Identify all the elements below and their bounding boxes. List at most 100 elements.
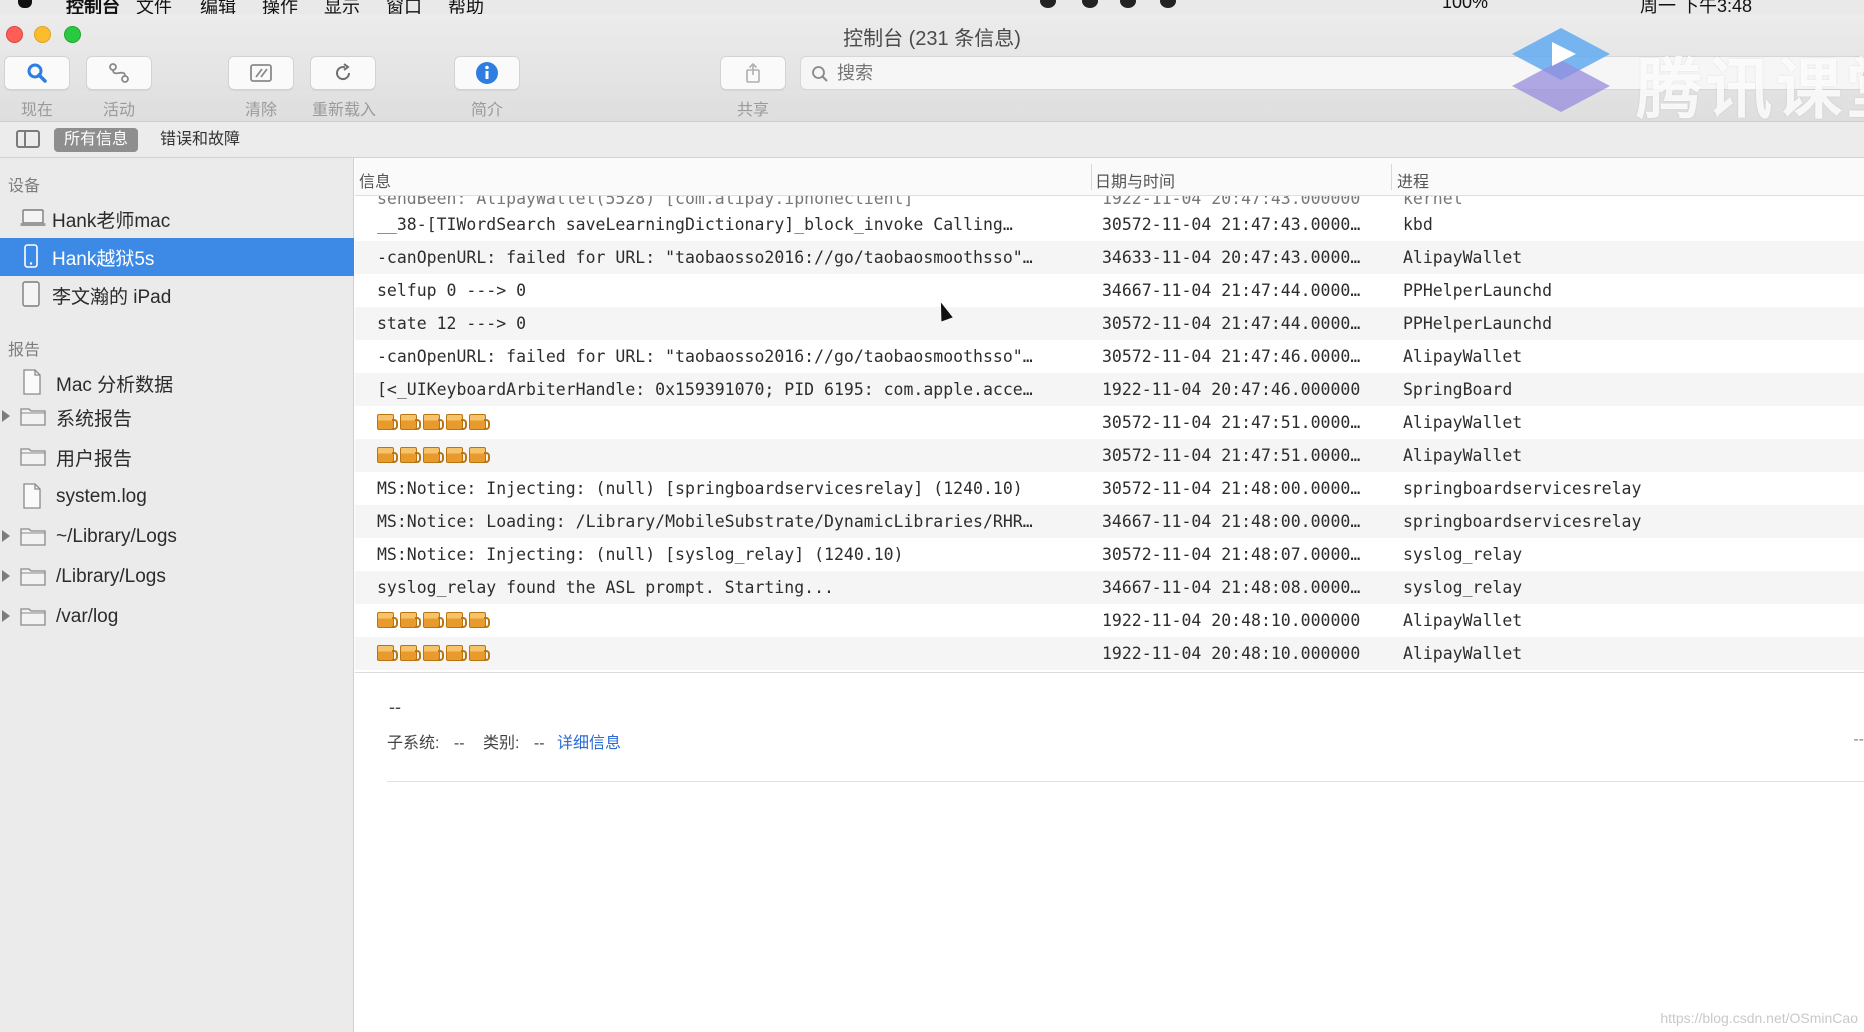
table-row[interactable]: 30572-11-04 21:47:51.0000… AlipayWallet <box>355 406 1864 439</box>
info-icon <box>475 61 499 85</box>
sidebar-item-system-log[interactable]: system.log <box>0 478 354 516</box>
sidebar-item-hank-5s[interactable]: Hank越狱5s <box>0 238 354 276</box>
iphone-icon <box>24 244 38 273</box>
menu-app-name[interactable]: 控制台 <box>66 0 120 14</box>
row-message <box>377 446 1093 465</box>
row-message: -canOpenURL: failed for URL: "taobaosso2… <box>377 248 1033 267</box>
table-row[interactable]: MS:Notice: Injecting: (null) [springboar… <box>355 472 1864 505</box>
sidebar-item-user-reports[interactable]: 用户报告 <box>0 438 354 476</box>
clear-icon <box>248 62 274 84</box>
row-message: MS:Notice: Injecting: (null) [syslog_rel… <box>377 545 904 564</box>
row-process: AlipayWallet <box>1403 446 1523 465</box>
table-row[interactable]: 1922-11-04 20:48:10.000000 AlipayWallet <box>355 637 1864 670</box>
sidebar-item-mac-analytics[interactable]: Mac 分析数据 <box>0 364 354 402</box>
status-icon-1[interactable] <box>1040 0 1056 8</box>
status-icon-4[interactable] <box>1160 0 1176 8</box>
laptop-icon <box>20 208 46 233</box>
sidebar-item-system-reports[interactable]: 系统报告 <box>0 398 354 436</box>
filter-all-messages[interactable]: 所有信息 <box>54 128 139 152</box>
status-icon-2[interactable] <box>1082 0 1098 8</box>
tencent-play-logo-icon <box>1512 28 1610 112</box>
now-label: 现在 <box>20 102 53 119</box>
status-icon-3[interactable] <box>1120 0 1136 8</box>
folder-icon <box>20 566 46 591</box>
column-separator[interactable] <box>1391 164 1392 190</box>
sidebar-item-label: Mac 分析数据 <box>56 374 174 396</box>
sidebar-item-ipad[interactable]: 李文瀚的 iPad <box>0 276 354 314</box>
sidebar-item-hank-mac[interactable]: Hank老师mac <box>0 200 354 238</box>
table-row[interactable]: -canOpenURL: failed for URL: "taobaosso2… <box>355 340 1864 373</box>
table-row[interactable]: MS:Notice: Loading: /Library/MobileSubst… <box>355 505 1864 538</box>
menu-action[interactable]: 操作 <box>262 0 298 14</box>
disclosure-triangle-icon[interactable] <box>2 610 10 622</box>
table-row[interactable]: __38-[TIWordSearch saveLearningDictionar… <box>355 208 1864 241</box>
column-header-row: 信息 日期与时间 进程 <box>355 158 1864 196</box>
table-row[interactable]: MS:Notice: Injecting: (null) [syslog_rel… <box>355 538 1864 571</box>
filter-errors-faults[interactable]: 错误和故障 <box>150 128 250 152</box>
row-process: kernel <box>1403 196 1463 208</box>
row-message: [<_UIKeyboardArbiterHandle: 0x159391070;… <box>377 380 1033 399</box>
beer-mug-icon <box>377 612 398 628</box>
beer-mug-icon <box>469 612 490 628</box>
column-header-message[interactable]: 信息 <box>359 168 391 192</box>
folder-icon <box>20 526 46 551</box>
beer-mug-icon <box>423 447 444 463</box>
column-header-process[interactable]: 进程 <box>1397 168 1429 192</box>
table-row[interactable]: state 12 ---> 0 30572-11-04 21:47:44.0000… <box>355 307 1864 340</box>
row-process: SpringBoard <box>1403 380 1513 399</box>
sidebar: 设备 Hank老师mac Hank越狱5s 李文瀚的 iPad 报告 Mac 分… <box>0 158 354 1032</box>
disclosure-triangle-icon[interactable] <box>2 570 10 582</box>
category-value: -- <box>533 735 545 752</box>
window-titlebar: 控制台 (231 条信息) 现在 活动 清除 重新载入 简介 共享 搜索 腾讯课 <box>0 14 1864 126</box>
table-row[interactable]: 1922-11-04 20:48:10.000000 AlipayWallet <box>355 604 1864 637</box>
clear-button[interactable] <box>228 56 294 90</box>
document-icon <box>22 369 42 400</box>
menu-window[interactable]: 窗口 <box>386 0 422 14</box>
activity-button[interactable] <box>86 56 152 90</box>
detail-divider <box>387 781 1864 782</box>
beer-mug-icon <box>400 612 421 628</box>
sidebar-item-label: Hank老师mac <box>52 210 171 232</box>
info-button[interactable] <box>454 56 520 90</box>
menu-file[interactable]: 文件 <box>136 0 172 14</box>
battery-percent[interactable]: 100% <box>1442 0 1488 13</box>
row-message: __38-[TIWordSearch saveLearningDictionar… <box>377 215 1013 234</box>
now-button[interactable] <box>4 56 70 90</box>
table-row[interactable]: [<_UIKeyboardArbiterHandle: 0x159391070;… <box>355 373 1864 406</box>
menu-edit[interactable]: 编辑 <box>200 0 236 14</box>
menu-help[interactable]: 帮助 <box>448 0 484 14</box>
menu-view[interactable]: 显示 <box>324 0 360 14</box>
row-message: MS:Notice: Injecting: (null) [springboar… <box>377 479 1023 498</box>
disclosure-triangle-icon[interactable] <box>2 530 10 542</box>
table-row[interactable]: syslog_relay found the ASL prompt. Start… <box>355 571 1864 604</box>
clock[interactable]: 周一 下午3:48 <box>1640 0 1752 14</box>
folder-icon <box>20 406 46 431</box>
row-date: 1922-11-04 20:47:43.000000 <box>1102 196 1361 208</box>
sidebar-item-library-logs[interactable]: /Library/Logs <box>0 558 354 596</box>
table-row[interactable]: 30572-11-04 21:47:51.0000… AlipayWallet <box>355 439 1864 472</box>
row-process: springboardservicesrelay <box>1403 479 1642 498</box>
sidebar-item-var-log[interactable]: /var/log <box>0 598 354 636</box>
column-separator[interactable] <box>1091 164 1092 190</box>
row-process: syslog_relay <box>1403 578 1523 597</box>
row-date: 1922-11-04 20:47:46.000000 <box>1102 380 1361 399</box>
share-button[interactable] <box>720 56 786 90</box>
reload-button[interactable] <box>310 56 376 90</box>
disclosure-triangle-icon[interactable] <box>2 410 10 422</box>
row-message <box>377 611 1093 630</box>
watermark-text: 腾讯课堂 <box>1636 52 1864 126</box>
table-row[interactable]: selfup 0 ---> 0 34667-11-04 21:47:44.0000… <box>355 274 1864 307</box>
table-row[interactable]: -canOpenURL: failed for URL: "taobaosso2… <box>355 241 1864 274</box>
detail-info-link[interactable]: 详细信息 <box>557 735 621 752</box>
sidebar-item-label: 系统报告 <box>56 408 133 430</box>
search-input[interactable] <box>837 57 1537 89</box>
sidebar-item-home-library-logs[interactable]: ~/Library/Logs <box>0 518 354 556</box>
row-date: 34667-11-04 21:48:00.0000… <box>1102 512 1361 531</box>
beer-mug-icon <box>469 447 490 463</box>
reload-icon <box>332 62 354 84</box>
apple-menu-icon[interactable] <box>18 0 32 8</box>
sidebar-toggle-icon[interactable] <box>16 130 40 148</box>
row-date: 34667-11-04 21:47:44.0000… <box>1102 281 1361 300</box>
column-header-datetime[interactable]: 日期与时间 <box>1095 168 1175 192</box>
row-date: 30572-11-04 21:48:00.0000… <box>1102 479 1361 498</box>
